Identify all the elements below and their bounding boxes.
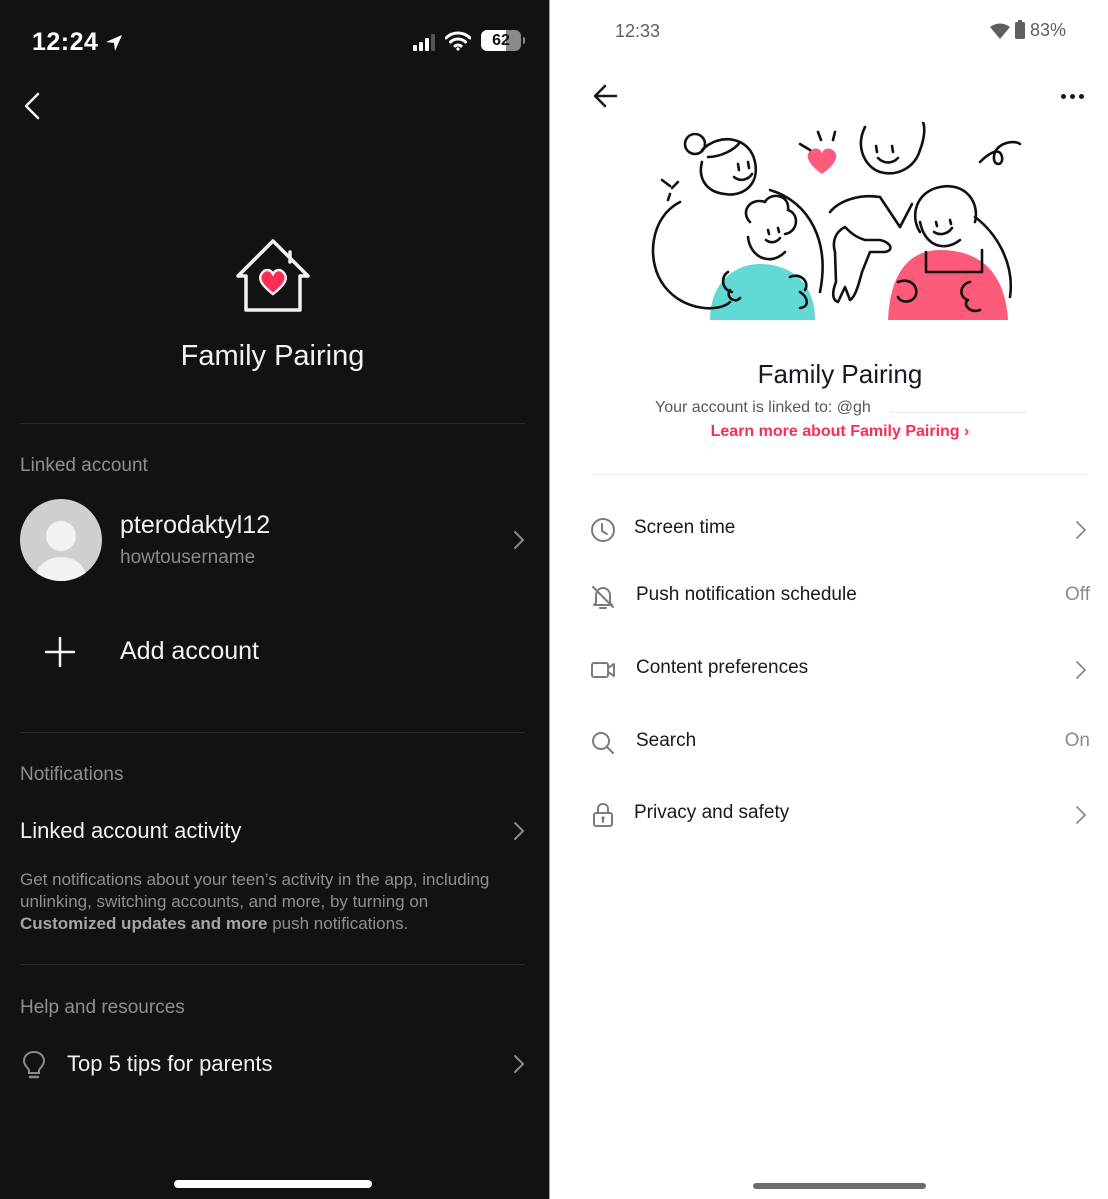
- battery-icon: [1014, 20, 1025, 39]
- settings-row-screen-time[interactable]: Screen time: [590, 509, 1090, 549]
- status-bar-time: 12:33: [615, 21, 661, 41]
- settings-row-value: Off: [1065, 584, 1090, 605]
- chevron-right-icon[interactable]: [513, 530, 525, 550]
- lightbulb-icon: [22, 1050, 46, 1079]
- right-phone-screen: 12:33 83% Family Pairing Your account is…: [550, 0, 1108, 1199]
- page-title: Family Pairing: [180, 340, 365, 372]
- divider: [20, 964, 525, 965]
- left-phone-screen: 12:24 62 Family Pairing Linked account p…: [0, 0, 549, 1199]
- time-text: 12:24: [32, 28, 99, 56]
- settings-row-privacy-and-safety[interactable]: Privacy and safety: [590, 794, 1090, 834]
- battery-percent: 62: [492, 31, 510, 49]
- settings-row-content-preferences[interactable]: Content preferences: [590, 649, 1090, 689]
- divider: [20, 423, 525, 424]
- plus-icon: [44, 636, 76, 668]
- account-display-name: pterodaktyl12: [120, 511, 271, 539]
- customized-updates-text: Customized updates and more: [20, 914, 268, 933]
- search-icon: [592, 732, 614, 754]
- bell-off-icon: [592, 586, 614, 609]
- settings-row-label: Content preferences: [636, 657, 809, 678]
- family-illustration: [651, 122, 1022, 320]
- chevron-right-icon: ›: [964, 423, 970, 440]
- section-label-linked-account: Linked account: [20, 455, 148, 476]
- chevron-left-icon[interactable]: [20, 90, 44, 122]
- navigation-handle[interactable]: [753, 1183, 926, 1189]
- battery-icon: 62: [481, 30, 525, 51]
- divider: [20, 732, 525, 733]
- settings-row-label: Push notification schedule: [636, 584, 857, 605]
- add-account-label[interactable]: Add account: [120, 637, 259, 666]
- chevron-right-icon: [1076, 806, 1086, 824]
- arrow-left-icon[interactable]: [592, 82, 620, 110]
- top-tips-label[interactable]: Top 5 tips for parents: [67, 1051, 272, 1077]
- status-bar-icons: 83%: [989, 20, 1066, 41]
- more-horizontal-icon[interactable]: [1058, 90, 1086, 102]
- house-heart-icon: [236, 239, 310, 312]
- settings-row-search[interactable]: Search On: [590, 722, 1090, 762]
- battery-percent: 83%: [1029, 20, 1066, 40]
- chevron-right-icon: [1076, 661, 1086, 679]
- lock-icon: [593, 802, 613, 827]
- clock-icon: [591, 518, 615, 542]
- settings-row-label: Privacy and safety: [634, 802, 790, 823]
- avatar: [20, 499, 102, 581]
- learn-more-link[interactable]: Learn more about Family Pairing ›: [550, 423, 1108, 441]
- settings-row-label: Screen time: [634, 517, 736, 538]
- redacted-username: [890, 412, 1025, 413]
- wifi-icon: [989, 23, 1010, 39]
- chevron-right-icon[interactable]: [513, 1054, 525, 1074]
- video-camera-icon: [591, 662, 615, 678]
- wifi-icon: [445, 31, 471, 51]
- page-title: Family Pairing: [757, 359, 923, 389]
- settings-row-value: On: [1064, 730, 1090, 751]
- status-bar-time: 12:24: [32, 28, 124, 57]
- home-indicator[interactable]: [174, 1180, 372, 1188]
- location-arrow-icon: [106, 34, 123, 51]
- divider: [592, 474, 1088, 475]
- linked-to-text: Your account is linked to: @gh: [655, 399, 871, 416]
- section-label-notifications: Notifications: [20, 764, 124, 785]
- settings-row-push-notification-schedule[interactable]: Push notification schedule Off: [590, 576, 1090, 616]
- section-label-help: Help and resources: [20, 997, 185, 1018]
- chevron-right-icon: [1076, 521, 1086, 539]
- status-bar-icons: 62: [413, 30, 525, 51]
- settings-row-label: Search: [636, 730, 697, 751]
- notifications-description: Get notifications about your teen’s acti…: [20, 870, 490, 933]
- account-username: howtousername: [120, 547, 256, 568]
- linked-account-activity-label[interactable]: Linked account activity: [20, 818, 241, 844]
- chevron-right-icon[interactable]: [513, 821, 525, 841]
- cellular-signal-icon: [413, 31, 435, 51]
